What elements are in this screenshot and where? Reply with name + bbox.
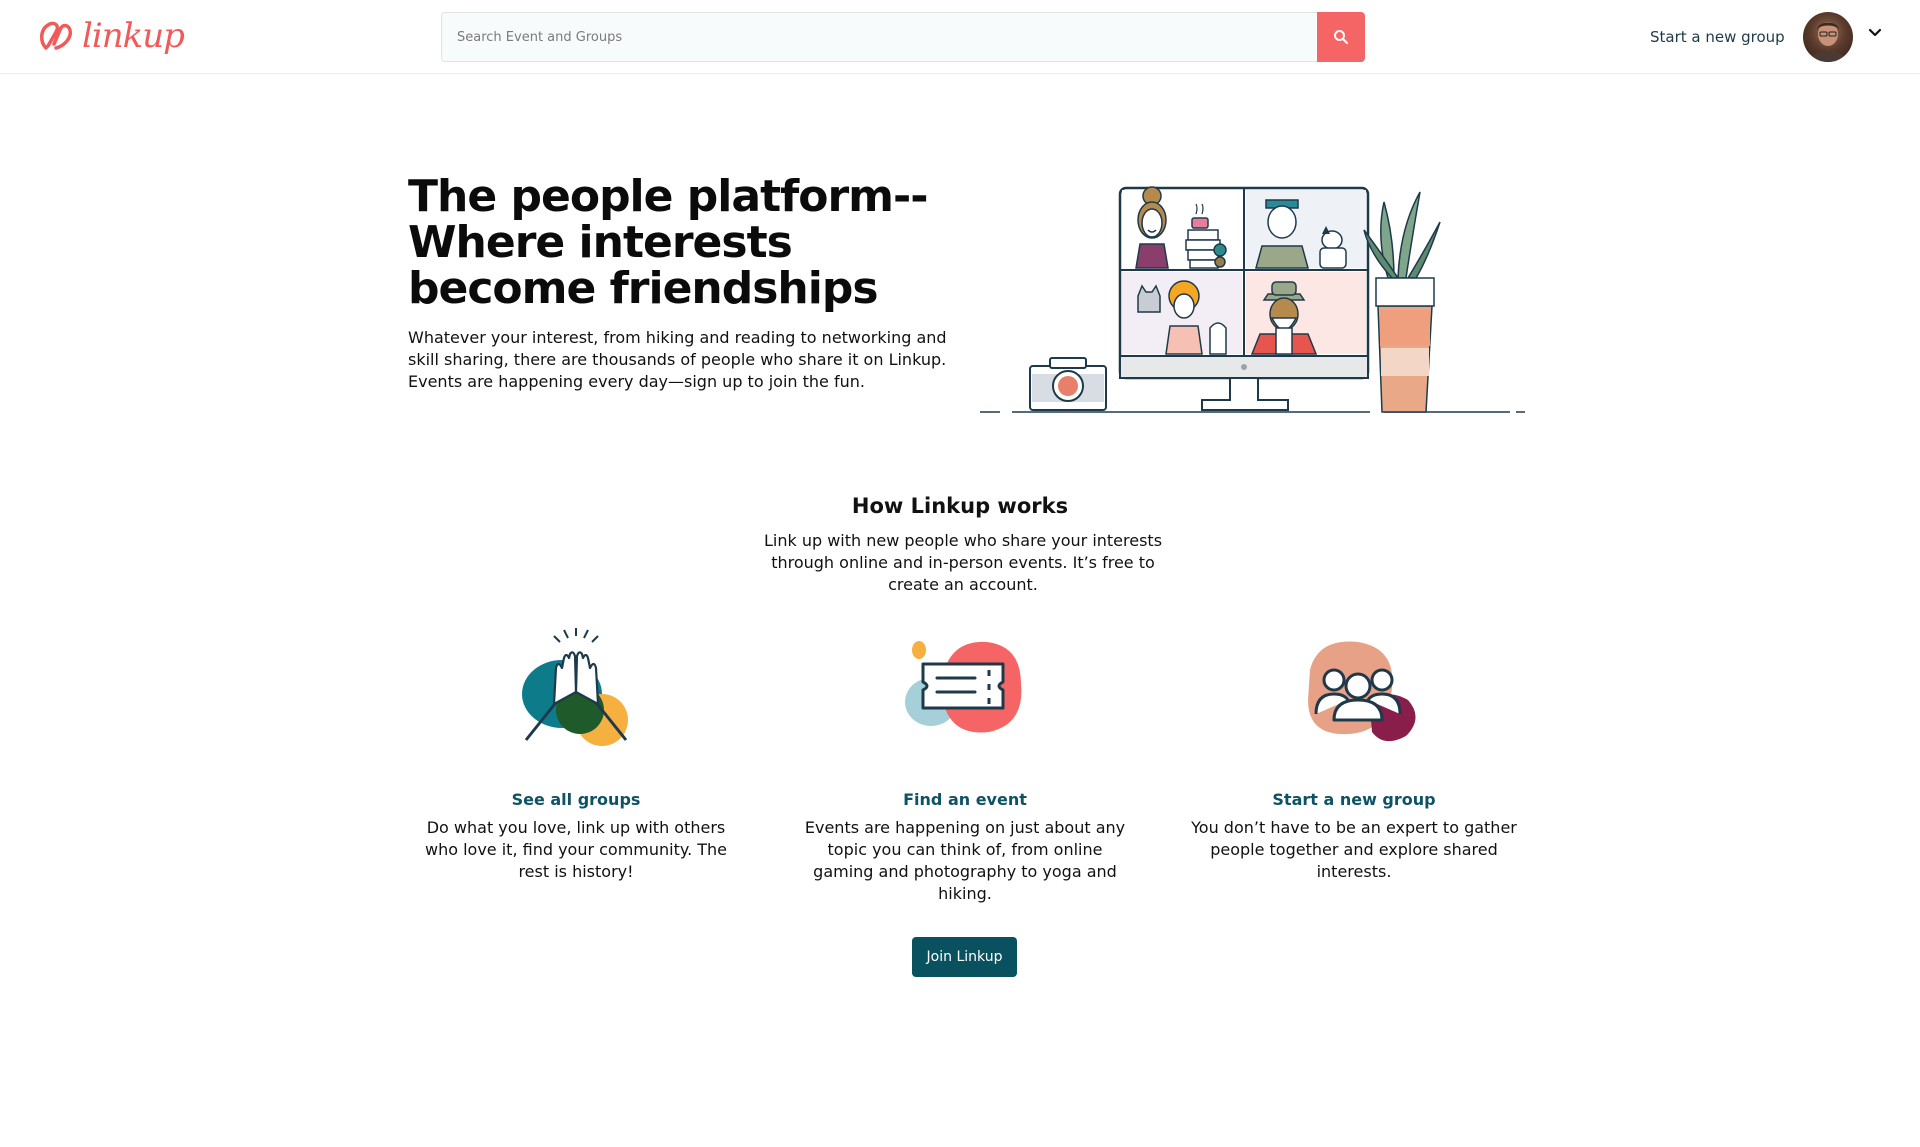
card-start-a-new-group: Start a new group You don’t have to be a… bbox=[1184, 628, 1524, 883]
find-an-event-link[interactable]: Find an event bbox=[795, 790, 1135, 809]
hero-title-line-3: become friendships bbox=[408, 263, 879, 314]
logo[interactable]: linkup bbox=[38, 16, 185, 56]
card-text: You don’t have to be an expert to gather… bbox=[1191, 818, 1517, 881]
avatar[interactable] bbox=[1803, 12, 1853, 62]
search-icon bbox=[1334, 30, 1349, 45]
card-text: Events are happening on just about any t… bbox=[804, 818, 1126, 903]
hero-title-line-2: Where interests bbox=[408, 217, 793, 268]
linkup-logo-icon bbox=[40, 21, 73, 50]
monitor-illustration bbox=[1118, 186, 1370, 411]
start-new-group-link[interactable]: Start a new group bbox=[1650, 28, 1785, 46]
hero-title: The people platform-- Where interests be… bbox=[408, 174, 948, 312]
high-five-icon bbox=[522, 628, 628, 746]
camera-illustration bbox=[1029, 357, 1107, 411]
chevron-down-icon[interactable] bbox=[1868, 28, 1882, 38]
people-group-icon bbox=[1308, 641, 1416, 742]
plant-illustration bbox=[1363, 191, 1441, 413]
video-call-illustration bbox=[980, 186, 1525, 413]
card-find-an-event: Find an event Events are happening on ju… bbox=[795, 628, 1135, 905]
hero-subtitle: Whatever your interest, from hiking and … bbox=[408, 328, 947, 391]
search-button[interactable] bbox=[1317, 12, 1365, 62]
card-text: Do what you love, link up with others wh… bbox=[424, 818, 728, 881]
search-input[interactable] bbox=[441, 12, 1317, 62]
ticket-icon bbox=[905, 641, 1022, 733]
start-a-new-group-link[interactable]: Start a new group bbox=[1184, 790, 1524, 809]
how-it-works-subtitle: Link up with new people who share your i… bbox=[763, 531, 1163, 594]
card-see-all-groups: See all groups Do what you love, link up… bbox=[406, 628, 746, 883]
search-bar bbox=[441, 12, 1365, 62]
hero-title-line-1: The people platform-- bbox=[408, 171, 929, 222]
avatar-photo bbox=[1809, 22, 1847, 62]
top-nav: linkup Start a new group bbox=[0, 0, 1920, 74]
join-linkup-button[interactable]: Join Linkup bbox=[912, 937, 1017, 977]
logo-text: linkup bbox=[82, 16, 185, 56]
see-all-groups-link[interactable]: See all groups bbox=[406, 790, 746, 809]
how-it-works-title: How Linkup works bbox=[851, 494, 1069, 518]
